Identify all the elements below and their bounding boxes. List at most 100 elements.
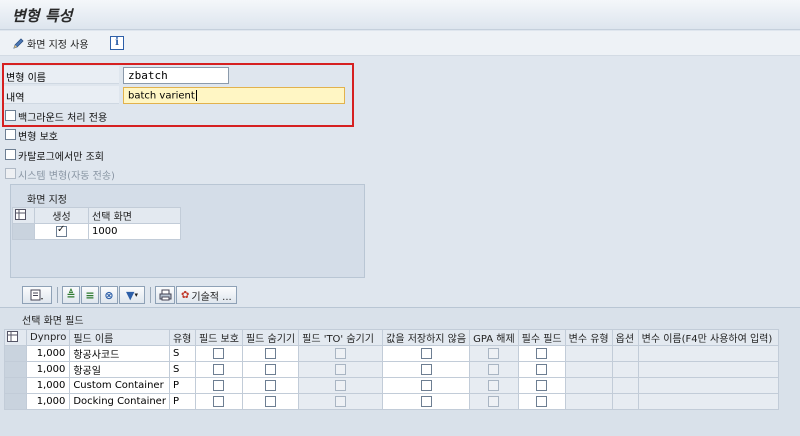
protect-checkbox[interactable] [213, 379, 225, 391]
var-name-cell[interactable] [637, 393, 779, 410]
hide-to-cell[interactable] [298, 361, 384, 378]
hide-checkbox[interactable] [265, 347, 277, 359]
required-checkbox[interactable] [536, 379, 548, 391]
sort-asc-button[interactable]: ≜ [62, 286, 80, 304]
created-cell[interactable] [34, 223, 89, 240]
hide-cell[interactable] [241, 361, 300, 378]
table-row[interactable]: 1,000 항공일 S [4, 361, 779, 378]
row-selector[interactable] [4, 345, 27, 362]
filter-button[interactable]: ▼ ▾ [119, 286, 145, 304]
hide-cell[interactable] [241, 377, 300, 394]
option-cell[interactable] [611, 393, 639, 410]
var-type-cell[interactable] [564, 345, 613, 362]
print-button[interactable] [155, 286, 175, 304]
catalog-only-checkbox[interactable] [5, 149, 16, 160]
gpa-off-cell[interactable] [469, 361, 519, 378]
hide-to-checkbox [335, 347, 347, 359]
hide-checkbox[interactable] [265, 395, 277, 407]
table-row[interactable]: 1,000 항공사코드 S [4, 345, 779, 362]
col-hide-to[interactable]: 필드 'TO' 숨기기 [298, 329, 384, 346]
col-no-save[interactable]: 값을 저장하지 않음 [382, 329, 471, 346]
required-cell[interactable] [517, 361, 566, 378]
table-settings-cell[interactable] [12, 207, 35, 224]
protect-cell[interactable] [194, 345, 243, 362]
var-type-cell[interactable] [564, 377, 613, 394]
var-name-cell[interactable] [637, 345, 779, 362]
variant-name-input[interactable]: zbatch [123, 67, 229, 84]
screen-assign-button[interactable]: 화면 지정 사용 [12, 36, 89, 51]
col-protect[interactable]: 필드 보호 [194, 329, 243, 346]
protect-checkbox[interactable] [5, 129, 16, 140]
col-option[interactable]: 옵션 [611, 329, 639, 346]
screen-cell[interactable]: 1000 [88, 223, 181, 240]
var-type-cell[interactable] [564, 361, 613, 378]
protect-cell[interactable] [194, 361, 243, 378]
var-name-cell[interactable] [637, 377, 779, 394]
col-type[interactable]: 유형 [168, 329, 196, 346]
col-var-name[interactable]: 변수 이름(F4만 사용하여 입력) [637, 329, 779, 346]
protect-checkbox[interactable] [213, 395, 225, 407]
col-screen[interactable]: 선택 화면 [88, 207, 181, 224]
required-checkbox[interactable] [536, 363, 548, 375]
col-dynpro[interactable]: Dynpro [25, 329, 71, 346]
system-variant-checkbox [5, 168, 16, 179]
option-cell[interactable] [611, 361, 639, 378]
required-cell[interactable] [517, 393, 566, 410]
sort-desc-button[interactable]: ≡ [81, 286, 99, 304]
table-row[interactable]: 1,000 Docking Container P [4, 393, 779, 410]
protect-label: 변형 보호 [18, 132, 58, 143]
gpa-off-cell[interactable] [469, 345, 519, 362]
col-required[interactable]: 필수 필드 [517, 329, 566, 346]
row-selector[interactable] [4, 361, 27, 378]
required-cell[interactable] [517, 345, 566, 362]
no-save-checkbox[interactable] [420, 379, 432, 391]
hide-to-checkbox [335, 395, 347, 407]
table-row[interactable]: 1,000 Custom Container P [4, 377, 779, 394]
protect-cell[interactable] [194, 393, 243, 410]
protect-cell[interactable] [194, 377, 243, 394]
hide-cell[interactable] [241, 393, 300, 410]
find-button[interactable]: ⊗ [100, 286, 118, 304]
no-save-checkbox[interactable] [420, 347, 432, 359]
required-checkbox[interactable] [536, 347, 548, 359]
created-checkbox[interactable] [56, 224, 67, 237]
background-only-checkbox[interactable] [5, 110, 16, 121]
col-field-name[interactable]: 필드 이름 [69, 329, 170, 346]
no-save-cell[interactable] [382, 377, 471, 394]
row-selector[interactable] [4, 393, 27, 410]
hide-checkbox[interactable] [265, 379, 277, 391]
required-checkbox[interactable] [536, 395, 548, 407]
col-gpa-off[interactable]: GPA 해제 [469, 329, 519, 346]
col-var-type[interactable]: 변수 유형 [564, 329, 613, 346]
table-row[interactable]: 1000 [12, 223, 181, 240]
hide-to-cell[interactable] [298, 377, 384, 394]
gpa-off-cell[interactable] [469, 377, 519, 394]
table-settings-cell[interactable] [4, 329, 27, 346]
var-name-cell[interactable] [637, 361, 779, 378]
option-cell[interactable] [611, 345, 639, 362]
no-save-checkbox[interactable] [420, 363, 432, 375]
no-save-cell[interactable] [382, 345, 471, 362]
description-input[interactable]: batch varient [123, 87, 345, 104]
hide-checkbox[interactable] [265, 363, 277, 375]
option-cell[interactable] [611, 377, 639, 394]
details-button[interactable] [22, 286, 52, 304]
gpa-off-checkbox [488, 379, 500, 391]
protect-checkbox[interactable] [213, 363, 225, 375]
row-selector[interactable] [12, 223, 35, 240]
hide-to-cell[interactable] [298, 345, 384, 362]
technical-button[interactable]: ✿ 기술적 ... [176, 286, 237, 304]
no-save-checkbox[interactable] [420, 395, 432, 407]
no-save-cell[interactable] [382, 361, 471, 378]
no-save-cell[interactable] [382, 393, 471, 410]
hide-to-cell[interactable] [298, 393, 384, 410]
hide-cell[interactable] [241, 345, 300, 362]
col-created[interactable]: 생성 [34, 207, 89, 224]
protect-checkbox[interactable] [213, 347, 225, 359]
row-selector[interactable] [4, 377, 27, 394]
required-cell[interactable] [517, 377, 566, 394]
var-type-cell[interactable] [564, 393, 613, 410]
col-hide[interactable]: 필드 숨기기 [241, 329, 300, 346]
info-button[interactable]: i [110, 36, 124, 50]
gpa-off-cell[interactable] [469, 393, 519, 410]
